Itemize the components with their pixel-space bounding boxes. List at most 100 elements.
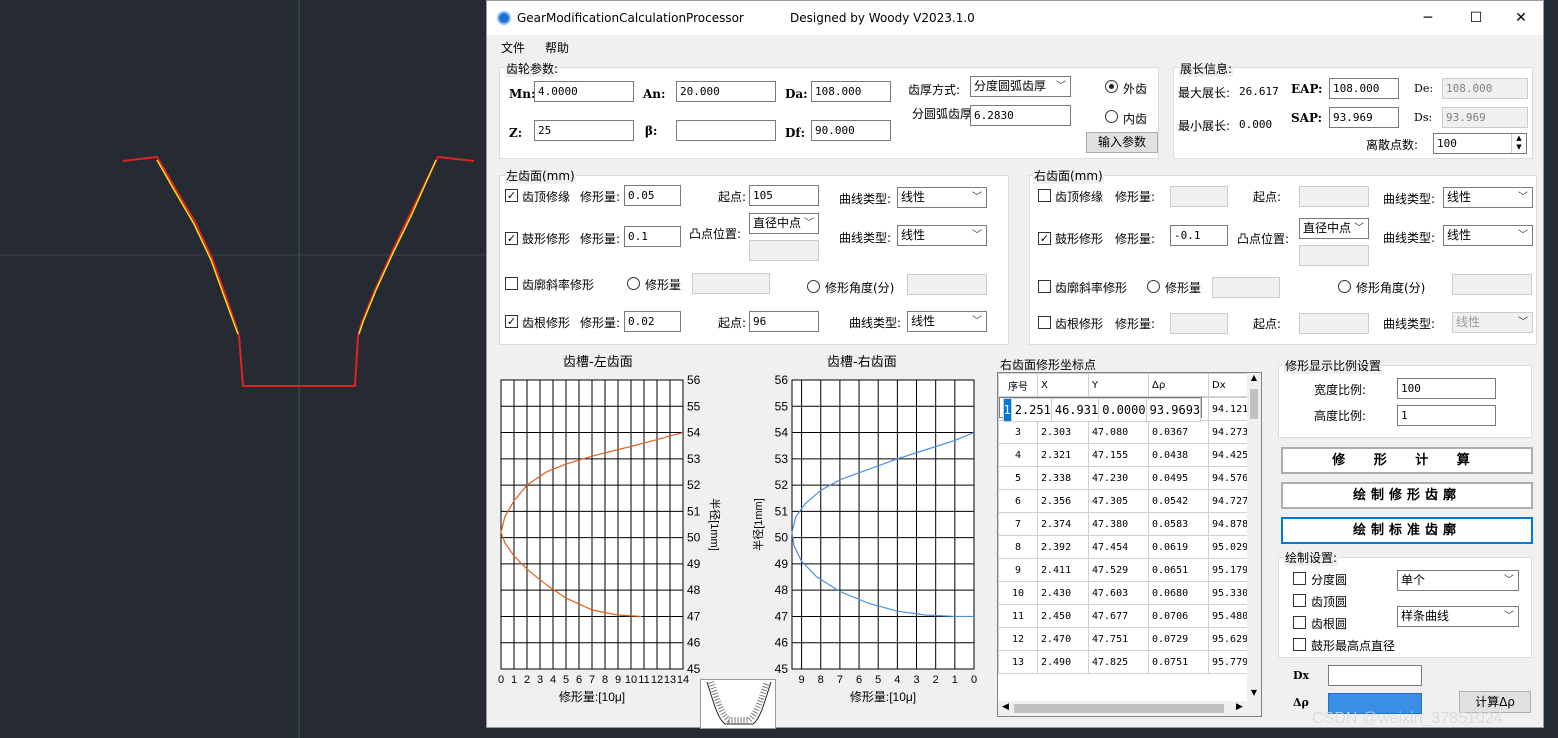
table-row[interactable]: 12 2.470 47.751 0.0729 95.6299: [998, 627, 1256, 651]
left-root-checkbox[interactable]: ✓: [505, 315, 518, 328]
left-crown-checkbox[interactable]: ✓: [505, 232, 518, 245]
pitch-circle-checkbox[interactable]: [1293, 572, 1306, 585]
right-crown-pos-value: 直径中点: [1303, 221, 1352, 235]
x-tick-label: 6: [856, 674, 862, 686]
draw-mode-select[interactable]: 单个 ﹀: [1397, 570, 1519, 591]
cad-viewport[interactable]: [0, 0, 486, 738]
table-row[interactable]: 8 2.392 47.454 0.0619 95.0294: [998, 535, 1256, 559]
mn-field[interactable]: 4.0000: [534, 81, 634, 102]
right-root-checkbox[interactable]: [1038, 316, 1051, 329]
y-tick-label: 53: [687, 452, 701, 466]
table-cell: 47.454: [1088, 535, 1149, 559]
left-tip-amount-label: 修形量:: [580, 190, 621, 204]
arc-thickness-field[interactable]: 6.2830: [970, 105, 1071, 126]
tip-circle-checkbox[interactable]: [1293, 594, 1306, 607]
menu-file[interactable]: 文件: [501, 39, 525, 56]
minimize-icon[interactable]: ─: [1405, 5, 1451, 31]
designer-label: Designed by Woody V2023.1.0: [790, 11, 975, 25]
scrollbar-thumb[interactable]: [1250, 389, 1258, 419]
da-field[interactable]: 108.000: [811, 81, 891, 102]
da-label: Da:: [785, 87, 808, 101]
left-crown-curve-select[interactable]: 线性 ﹀: [897, 225, 987, 246]
left-slope-amount-radio[interactable]: [627, 277, 640, 290]
right-tip-checkbox[interactable]: [1038, 189, 1051, 202]
df-field[interactable]: 90.000: [811, 120, 891, 141]
right-crown-amount-field[interactable]: -0.1: [1170, 225, 1228, 246]
dx-field[interactable]: [1328, 665, 1422, 686]
thickness-mode-select[interactable]: 分度圆弧齿厚 ﹀: [970, 76, 1071, 97]
chevron-down-icon[interactable]: ▼: [1247, 688, 1261, 702]
right-slope-amount-radio[interactable]: [1147, 280, 1160, 293]
chevron-up-icon[interactable]: ▲: [1247, 373, 1261, 387]
table-row[interactable]: 6 2.356 47.305 0.0542 94.7277: [998, 489, 1256, 513]
table-row[interactable]: 9 2.411 47.529 0.0651 95.1799: [998, 558, 1256, 582]
z-field[interactable]: 25: [534, 120, 634, 141]
right-slope-checkbox[interactable]: [1038, 280, 1051, 293]
right-crown-checkbox[interactable]: ✓: [1038, 232, 1051, 245]
height-ratio-field[interactable]: 1: [1397, 405, 1496, 426]
left-root-amount-field[interactable]: 0.02: [624, 311, 681, 332]
table-cell: 47.751: [1088, 627, 1149, 651]
left-root-start-field[interactable]: 96: [749, 311, 819, 332]
internal-gear-radio[interactable]: [1105, 110, 1118, 123]
min-length-value: 0.000: [1239, 118, 1273, 131]
stepper-arrows-icon[interactable]: ▲ ▼: [1511, 134, 1526, 153]
y-tick-label: 45: [775, 662, 789, 676]
right-flank-label: 右齿面(mm): [1033, 167, 1104, 184]
right-tip-curve-select[interactable]: 线性 ﹀: [1443, 187, 1533, 208]
table-row[interactable]: 4 2.321 47.155 0.0438 94.4251: [998, 443, 1256, 467]
menu-help[interactable]: 帮助: [545, 39, 569, 56]
right-slope-angle-radio[interactable]: [1338, 280, 1351, 293]
eap-field[interactable]: 108.000: [1329, 78, 1399, 99]
chevron-left-icon[interactable]: ◀: [1002, 702, 1009, 712]
modify-calc-button[interactable]: 修 形 计 算: [1281, 447, 1533, 474]
left-crown-amount-field[interactable]: 0.1: [624, 226, 681, 247]
external-gear-radio[interactable]: [1105, 80, 1118, 93]
left-root-curve-select[interactable]: 线性 ﹀: [907, 311, 987, 332]
chevron-down-icon: ﹀: [1518, 317, 1528, 328]
left-root-amount-label: 修形量:: [580, 316, 621, 330]
table-horizontal-scrollbar[interactable]: ◀ ▶: [998, 701, 1261, 716]
table-row[interactable]: 13 2.490 47.825 0.0751 95.7795: [998, 650, 1256, 674]
sap-field[interactable]: 93.969: [1329, 107, 1399, 128]
table-row[interactable]: 1 2.251 46.931 0.0000 93.9693: [998, 397, 1203, 422]
right-flank-chart: 9 8 7 6 5 4 3 2 1 0565554535251504948474645修形量:[1…: [751, 373, 977, 704]
left-slope-angle-radio[interactable]: [807, 280, 820, 293]
table-cell: 0.0751: [1148, 650, 1209, 674]
table-row[interactable]: 5 2.338 47.230 0.0495 94.5765: [998, 466, 1256, 490]
input-params-button[interactable]: 输入参数: [1086, 132, 1158, 153]
left-crown-curve-value: 线性: [901, 228, 926, 242]
left-tip-curve-select[interactable]: 线性 ﹀: [897, 187, 987, 208]
table-row[interactable]: 10 2.430 47.603 0.0680 95.3302: [998, 581, 1256, 605]
chevron-right-icon[interactable]: ▶: [1236, 702, 1243, 712]
left-tip-label: 齿顶修缘: [522, 190, 571, 204]
beta-field[interactable]: [676, 120, 776, 141]
left-tip-start-field[interactable]: 105: [749, 185, 819, 206]
y-tick-label: 56: [687, 373, 701, 387]
y-tick-label: 48: [775, 583, 789, 597]
table-cell: 93.9693: [1145, 398, 1202, 422]
right-crown-pos-select[interactable]: 直径中点 ﹀: [1299, 218, 1369, 239]
left-tip-amount-field[interactable]: 0.05: [624, 185, 681, 206]
maximize-icon[interactable]: ☐: [1453, 5, 1499, 31]
right-crown-curve-select[interactable]: 线性 ﹀: [1443, 225, 1533, 246]
table-row[interactable]: 3 2.303 47.080 0.0367 94.2734: [998, 420, 1256, 444]
draw-standard-profile-button[interactable]: 绘制标准齿廓: [1281, 517, 1533, 544]
crown-diameter-checkbox[interactable]: [1293, 638, 1306, 651]
curve-type-select[interactable]: 样条曲线 ﹀: [1397, 606, 1519, 627]
left-tip-checkbox[interactable]: ✓: [505, 189, 518, 202]
close-icon[interactable]: ✕: [1498, 5, 1544, 31]
an-label: An:: [643, 87, 666, 101]
width-ratio-field[interactable]: 100: [1397, 378, 1496, 399]
left-crown-pos-select[interactable]: 直径中点 ﹀: [749, 213, 819, 234]
draw-modified-profile-button[interactable]: 绘制修形齿廓: [1281, 482, 1533, 509]
scrollbar-thumb[interactable]: [1014, 704, 1224, 713]
an-field[interactable]: 20.000: [676, 81, 776, 102]
root-circle-checkbox[interactable]: [1293, 616, 1306, 629]
left-slope-checkbox[interactable]: [505, 277, 518, 290]
table-vertical-scrollbar[interactable]: ▲ ▼: [1247, 373, 1261, 702]
table-cell: 4: [998, 443, 1038, 467]
table-row[interactable]: 7 2.374 47.380 0.0583 94.8787: [998, 512, 1256, 536]
coord-table-container[interactable]: 序号 X Y Δρ Dx 12.25146.9310.000093.969322…: [997, 372, 1262, 717]
table-row[interactable]: 11 2.450 47.677 0.0706 95.4802: [998, 604, 1256, 628]
